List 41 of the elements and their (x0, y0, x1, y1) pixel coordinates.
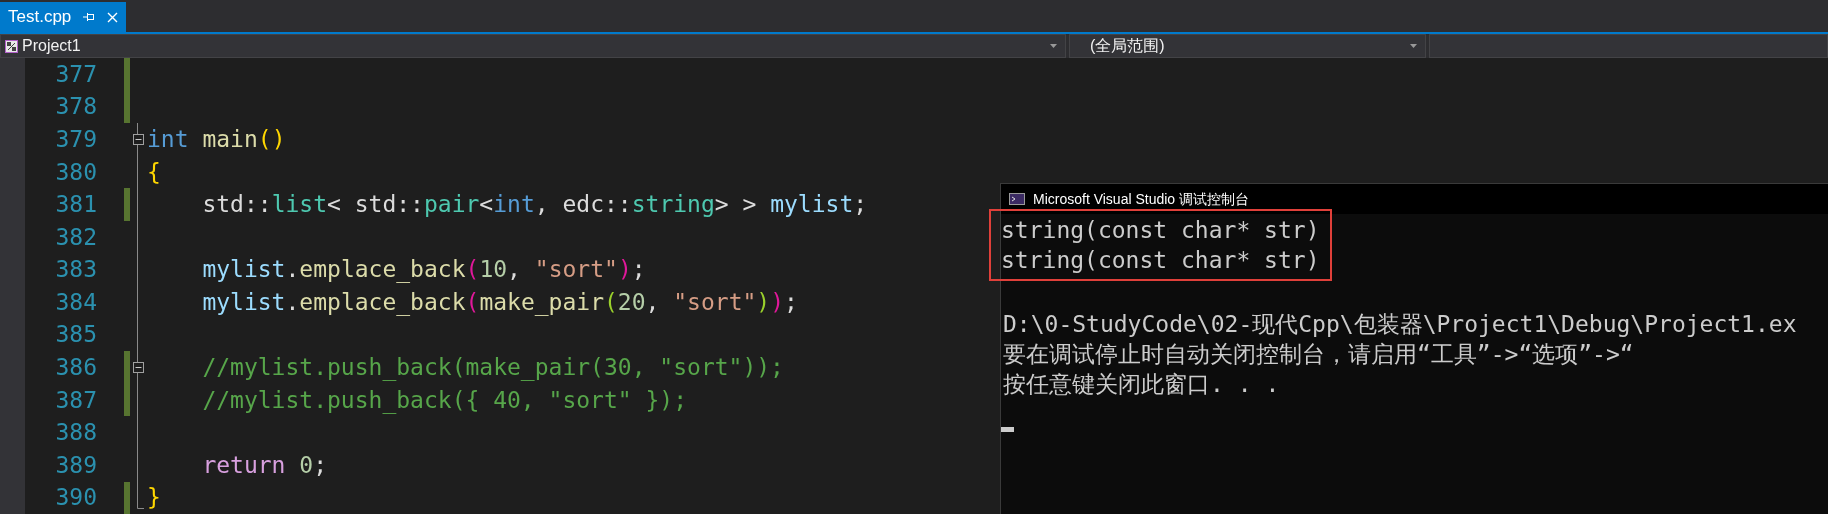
line-number: 384 (54, 290, 97, 314)
pin-icon[interactable] (83, 12, 96, 22)
code-line: return 0; (201, 453, 328, 477)
code-line: mylist.emplace_back(10, "sort"); (201, 258, 646, 282)
collapse-icon[interactable] (133, 133, 144, 145)
line-number: 389 (54, 453, 97, 477)
console-output-line: 要在调试停止时自动关闭控制台，请启用“工具”->“选项”->“ (1003, 340, 1635, 369)
line-number: 388 (54, 421, 97, 445)
scope-dropdown[interactable]: (全局范围) (1069, 34, 1426, 58)
project-icon (5, 39, 18, 53)
code-line: //mylist.push_back(make_pair(30, "sort")); (201, 356, 784, 379)
code-line: std::list< std::pair<int, edc::string> > mylist; (201, 193, 868, 217)
close-icon[interactable] (107, 11, 119, 23)
line-number: 378 (54, 95, 97, 119)
line-number: 386 (54, 356, 97, 379)
line-number: 390 (54, 486, 97, 510)
console-output-line: 按任意键关闭此窗口. . . (1003, 370, 1281, 399)
caret-icon (1410, 44, 1417, 48)
line-number: 381 (54, 193, 97, 217)
line-number: 379 (54, 127, 97, 151)
line-number: 385 (54, 323, 97, 347)
code-line: //mylist.push_back({ 40, "sort" }); (201, 388, 688, 412)
console-title: Microsoft Visual Studio 调试控制台 (1033, 189, 1250, 209)
console-output-line: string(const char* str) (1001, 246, 1320, 275)
collapse-icon[interactable] (133, 362, 144, 373)
file-tab[interactable]: Test.cpp (0, 2, 127, 32)
code-line: } (147, 486, 161, 510)
line-number: 387 (54, 388, 97, 412)
console-output-line: D:\0-StudyCode\02-现代Cpp\包装器\Project1\Debug\Project1.ex (1003, 310, 1797, 339)
line-number: 377 (54, 62, 97, 86)
code-line: { (147, 160, 161, 184)
project-dropdown[interactable]: Project1 (0, 34, 1066, 58)
line-number: 380 (54, 160, 97, 184)
line-number: 382 (54, 225, 97, 249)
console-icon (1009, 193, 1025, 205)
console-output-line: string(const char* str) (1001, 216, 1320, 245)
caret-icon (1050, 44, 1057, 48)
code-line: mylist.emplace_back(make_pair(20, "sort")); (201, 290, 798, 314)
line-number: 383 (54, 258, 97, 282)
code-line: int main() (147, 127, 286, 151)
cursor-block (1001, 427, 1014, 432)
